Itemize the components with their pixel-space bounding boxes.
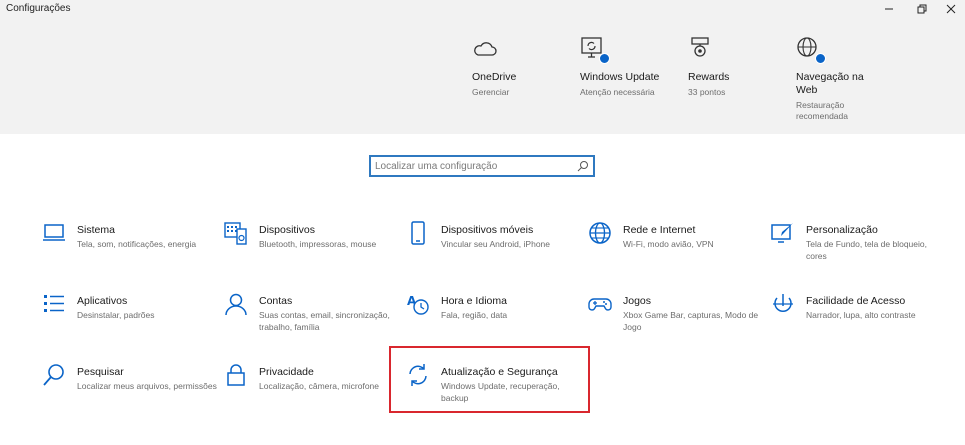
gamepad-icon (588, 292, 612, 316)
search-icon[interactable] (577, 160, 589, 172)
category-privacidade[interactable]: Privacidade Localização, câmera, microfo… (224, 363, 399, 419)
status-card-title: Rewards (688, 71, 730, 83)
globe-icon (796, 36, 826, 64)
category-personalizacao[interactable]: Personalização Tela de Fundo, tela de bl… (771, 221, 946, 277)
attention-badge (815, 53, 826, 64)
status-card-onedrive[interactable]: OneDrive Gerenciar (472, 36, 572, 98)
category-facilidade-acesso[interactable]: Facilidade de Acesso Narrador, lupa, alt… (771, 292, 946, 348)
status-card-title: Navegação na Web (796, 71, 864, 96)
status-card-title: OneDrive (472, 71, 517, 83)
close-icon (946, 4, 956, 14)
highlight-box (389, 346, 590, 413)
category-subtitle: Tela, som, notificações, energia (77, 239, 197, 249)
category-rede-internet[interactable]: Rede e Internet Wi-Fi, modo avião, VPN (588, 221, 763, 277)
category-dispositivos[interactable]: Dispositivos Bluetooth, impressoras, mou… (224, 221, 399, 277)
category-subtitle: Xbox Game Bar, capturas, Modo de Jogo (623, 310, 759, 332)
category-dispositivos-moveis[interactable]: Dispositivos móveis Vincular seu Android… (406, 221, 581, 277)
category-jogos[interactable]: Jogos Xbox Game Bar, capturas, Modo de J… (588, 292, 763, 348)
status-card-windows-update[interactable]: Windows Update Atenção necessária (580, 36, 680, 98)
category-aplicativos[interactable]: Aplicativos Desinstalar, padrões (42, 292, 217, 348)
category-title: Jogos (623, 295, 652, 307)
minimize-icon (885, 8, 893, 10)
attention-badge (599, 53, 610, 64)
category-subtitle: Tela de Fundo, tela de bloqueio, cores (806, 239, 927, 261)
phone-icon (406, 221, 430, 245)
status-card-navegacao[interactable]: Navegação na Web Restauração recomendada (796, 36, 866, 122)
category-title: Facilidade de Acesso (806, 295, 906, 307)
status-card-rewards[interactable]: Rewards 33 pontos (688, 36, 788, 98)
category-title: Hora e Idioma (441, 295, 507, 307)
status-card-subtitle: Atenção necessária (580, 87, 655, 97)
category-subtitle: Narrador, lupa, alto contraste (806, 310, 916, 320)
category-title: Contas (259, 295, 293, 307)
category-subtitle: Vincular seu Android, iPhone (441, 239, 551, 249)
category-subtitle: Desinstalar, padrões (77, 310, 155, 320)
category-contas[interactable]: Contas Suas contas, email, sincronização… (224, 292, 399, 348)
person-icon (224, 292, 248, 316)
status-card-subtitle: Restauração recomendada (796, 100, 848, 121)
windows-update-icon (580, 36, 610, 64)
category-title: Privacidade (259, 366, 314, 378)
category-subtitle: Wi-Fi, modo avião, VPN (623, 239, 714, 249)
restore-icon (917, 4, 927, 14)
category-hora-idioma[interactable]: A Hora e Idioma Fala, região, data (406, 292, 581, 348)
category-subtitle: Fala, região, data (441, 310, 508, 320)
category-subtitle: Suas contas, email, sincronização, traba… (259, 310, 390, 332)
category-title: Dispositivos móveis (441, 224, 534, 236)
status-card-subtitle: Gerenciar (472, 87, 510, 97)
search-box[interactable] (369, 155, 595, 177)
globe-network-icon (588, 221, 612, 245)
ease-of-access-icon (771, 292, 795, 316)
close-button[interactable] (934, 0, 965, 18)
keyboard-devices-icon (224, 221, 248, 245)
category-sistema[interactable]: Sistema Tela, som, notificações, energia (42, 221, 217, 277)
search-icon (42, 363, 66, 387)
category-subtitle: Bluetooth, impressoras, mouse (259, 239, 377, 249)
rewards-medal-icon (688, 36, 714, 62)
title-bar: Configurações (0, 0, 965, 18)
category-title: Personalização (806, 224, 878, 236)
lock-icon (224, 363, 248, 387)
paint-brush-icon (771, 221, 795, 245)
category-title: Aplicativos (77, 295, 128, 307)
category-title: Rede e Internet (623, 224, 696, 236)
category-title: Pesquisar (77, 366, 124, 378)
category-pesquisar[interactable]: Pesquisar Localizar meus arquivos, permi… (42, 363, 217, 419)
status-card-title: Windows Update (580, 71, 660, 83)
laptop-icon (42, 221, 66, 245)
search-input[interactable] (375, 159, 575, 173)
status-card-subtitle: 33 pontos (688, 87, 726, 97)
category-title: Dispositivos (259, 224, 316, 236)
category-title: Sistema (77, 224, 115, 236)
apps-list-icon (42, 292, 66, 316)
minimize-button[interactable] (872, 0, 906, 18)
time-language-icon: A (406, 292, 430, 316)
category-subtitle: Localizar meus arquivos, permissões (77, 381, 217, 391)
window-title: Configurações (6, 3, 71, 14)
category-subtitle: Localização, câmera, microfone (259, 381, 380, 391)
cloud-icon (472, 36, 498, 62)
